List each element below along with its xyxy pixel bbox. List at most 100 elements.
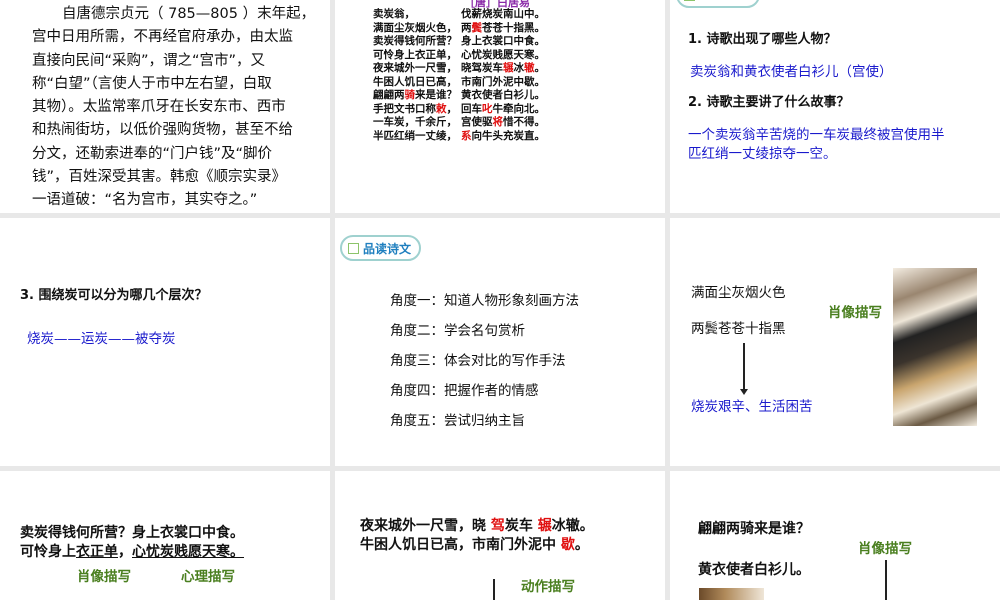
- text: 半匹红绡一丈绫，: [373, 129, 457, 142]
- poem-line: 满面尘灰烟火色， 两鬓苍苍十指黑。: [373, 22, 545, 36]
- text: 。: [534, 62, 546, 74]
- text: 手把文书口称: [373, 102, 436, 115]
- painting-image: [699, 588, 764, 600]
- answer-1: 卖炭翁和黄衣使者白衫儿（宫使）: [690, 64, 893, 80]
- angle-item: 角度二：学会名句赏析: [390, 323, 525, 339]
- poem-line: 卖炭得钱何所营？ 身上衣裳口中食。: [373, 35, 545, 49]
- text: ，: [118, 544, 132, 560]
- second-half: 晓驾炭车辗冰辙。: [461, 62, 545, 76]
- slide-thumbnail-5[interactable]: 品读诗文 角度一：知道人物形象刻画方法 角度二：学会名句赏析角度三：体会对比的写作…: [335, 218, 665, 466]
- slide-thumbnail-3[interactable]: 1. 诗歌出现了哪些人物？ 卖炭翁和黄衣使者白衫儿（宫使） 2. 诗歌主要讲了什…: [670, 0, 1000, 213]
- text: 心忧炭贱愿天寒。: [461, 48, 545, 61]
- poem-line: 一车炭，千余斤， 宫使驱将惜不得。: [373, 116, 545, 130]
- text: 夜来城外一尺雪，晓: [360, 518, 491, 534]
- text: 惜不得。: [503, 116, 545, 128]
- text: 回车: [461, 102, 482, 115]
- paragraph-line: 宫中日用所需，不再经官府承办，由太监: [32, 29, 293, 46]
- poem-line: 半匹红绡一丈绫， 系向牛头充炭直。: [373, 130, 545, 144]
- pen-icon: [684, 0, 695, 1]
- paragraph-line: 钱”，百姓深受其害。韩愈《顺宗实录》: [32, 169, 287, 186]
- poem-line: 可怜身上衣正单， 心忧炭贱愿天寒。: [373, 49, 545, 63]
- text: 可怜身上衣正单，: [373, 48, 457, 61]
- highlighted-char: 叱: [482, 102, 493, 115]
- arrow-line: [743, 343, 745, 393]
- first-half: 满面尘灰烟火色，: [373, 22, 461, 36]
- action-label: 动作描写: [521, 579, 575, 595]
- first-half: 可怜身上衣正单，: [373, 49, 461, 63]
- angle-item: 角度五：尝试归纳主旨: [390, 413, 525, 429]
- text: 伐薪烧炭南山中。: [461, 8, 545, 20]
- angle-item: 角度三：体会对比的写作手法: [390, 353, 566, 369]
- connector-line: [493, 579, 495, 600]
- text: 卖炭翁，: [373, 8, 415, 20]
- second-half: 宫使驱将惜不得。: [461, 116, 545, 130]
- answer-2-line: 一个卖炭翁辛苦烧的一车炭最终被宫使用半: [688, 127, 945, 143]
- second-half: 系向牛头充炭直。: [461, 130, 545, 144]
- text: 黄衣使者白衫儿。: [461, 89, 545, 101]
- text: 满面尘灰烟火色，: [373, 21, 457, 34]
- question-2: 2. 诗歌主要讲了什么故事？: [688, 95, 850, 110]
- quote-line-2: 牛困人饥日已高，市南门外泥中 歇。: [360, 534, 589, 554]
- slide-thumbnail-9[interactable]: 翩翩两骑来是谁？ 黄衣使者白衫儿。 肖像描写: [670, 471, 1000, 600]
- first-half: 牛困人饥日已高，: [373, 76, 461, 90]
- angle-item: 角度四：把握作者的情感: [390, 383, 539, 399]
- paragraph-line: 分文，还勒索进奉的“门户钱”及“脚价: [32, 145, 273, 162]
- second-half: 黄衣使者白衫儿。: [461, 89, 545, 103]
- slide-thumbnail-1[interactable]: 自唐德宗贞元（ 785—805 ）末年起， 宫中日用所需，不再经官府承办，由太监直…: [0, 0, 330, 213]
- first-half: 手把文书口称敕，: [373, 103, 461, 117]
- text: 来是谁？: [415, 89, 457, 101]
- quote-line-1: 夜来城外一尺雪，晓 驾炭车 辗冰辙。: [360, 515, 594, 535]
- question-1: 1. 诗歌出现了哪些人物？: [688, 32, 837, 47]
- highlighted-char: 敕: [436, 102, 447, 115]
- text: 翩翩两: [373, 89, 405, 101]
- paragraph-line: 直接向民间“采购”，谓之“宫市”，又: [32, 52, 266, 69]
- slide-thumbnail-8[interactable]: 夜来城外一尺雪，晓 驾炭车 辗冰辙。 牛困人饥日已高，市南门外泥中 歇。 动作描…: [335, 471, 665, 600]
- second-half: 市南门外泥中歇。: [461, 76, 545, 90]
- text: 身上衣裳口中食。: [461, 35, 545, 47]
- second-half: 伐薪烧炭南山中。: [461, 8, 545, 22]
- poem-text: 卖炭翁， 伐薪烧炭南山中。 满面尘灰烟火色， 两鬓苍苍十指黑。 卖炭得钱何所营？ 身上衣裳…: [373, 8, 545, 143]
- first-half: 翩翩两骑来是谁？: [373, 89, 461, 103]
- highlighted-char: 歇: [560, 537, 575, 553]
- slide-thumbnail-2[interactable]: ［唐］白居易 卖炭翁， 伐薪烧炭南山中。 满面尘灰烟火色， 两鬓苍苍十指黑。 卖炭得钱何…: [335, 0, 665, 213]
- quote-line-1: 翩翩两骑来是谁？: [698, 521, 810, 537]
- badge-label: 品读诗文: [363, 241, 412, 256]
- text: 市南门外泥中歇。: [461, 75, 545, 88]
- answer-3: 烧炭——运炭——被夺炭: [27, 331, 176, 347]
- paragraph-line: 一语道破：“名为宫市，其实夺之。”: [32, 192, 258, 209]
- first-half: 卖炭得钱何所营？: [373, 35, 461, 49]
- highlighted-char: 鬓: [471, 21, 483, 34]
- text: 牛困人饥日已高，: [373, 75, 457, 88]
- slide-thumbnail-4[interactable]: 3. 围绕炭可以分为哪几个层次？ 烧炭——运炭——被夺炭: [0, 218, 330, 466]
- poem-line: 翩翩两骑来是谁？ 黄衣使者白衫儿。: [373, 89, 545, 103]
- slide-thumbnail-6[interactable]: 满面尘灰烟火色 两鬓苍苍十指黑 烧炭艰辛、生活困苦 肖像描写: [670, 218, 1000, 466]
- angle-item: 角度一：知道人物形象刻画方法: [390, 293, 579, 309]
- connector-line: [885, 560, 887, 600]
- text: 冰辙。: [551, 518, 594, 534]
- section-badge: 品读诗文: [340, 235, 422, 261]
- pen-icon: [348, 242, 359, 254]
- paragraph-line: 和热闹街坊，以低价强购货物，甚至不给: [32, 122, 293, 139]
- ink-painting-image: [893, 268, 977, 426]
- second-half: 两鬓苍苍十指黑。: [461, 22, 545, 36]
- highlighted-char: 辙: [524, 62, 535, 74]
- text: 两: [461, 21, 472, 34]
- poem-line: 夜来城外一尺雪， 晓驾炭车辗冰辙。: [373, 62, 545, 76]
- underlined-text: 心忧炭贱愿天寒。: [132, 544, 244, 560]
- result-text: 烧炭艰辛、生活困苦: [691, 399, 813, 415]
- poem-line: 手把文书口称敕， 回车叱牛牵向北。: [373, 103, 545, 117]
- slide-thumbnail-7[interactable]: 卖炭得钱何所营？身上衣裳口中食。 可怜身上衣正单，心忧炭贱愿天寒。 肖像描写 心…: [0, 471, 330, 600]
- text: 向牛头充炭直。: [471, 129, 546, 142]
- history-paragraph: 自唐德宗贞元（ 785—805 ）末年起， 宫中日用所需，不再经官府承办，由太监直…: [32, 3, 315, 213]
- text: 冰: [513, 62, 525, 74]
- highlighted-char: 骑: [404, 89, 416, 101]
- paragraph-line: 称“白望”（言使人于市中左右望，白取: [32, 75, 272, 92]
- text: 可怜身上: [20, 544, 76, 560]
- highlighted-char: 驾: [490, 518, 505, 534]
- question-3: 3. 围绕炭可以分为哪几个层次？: [20, 288, 208, 303]
- text: 宫使驱: [461, 116, 493, 128]
- highlighted-char: 系: [461, 129, 472, 142]
- text: 一车炭，千余斤，: [373, 116, 457, 128]
- highlighted-char: 辗: [503, 62, 514, 74]
- paragraph-line: 其物）。太监常率爪牙在长安东市、西市: [32, 99, 286, 116]
